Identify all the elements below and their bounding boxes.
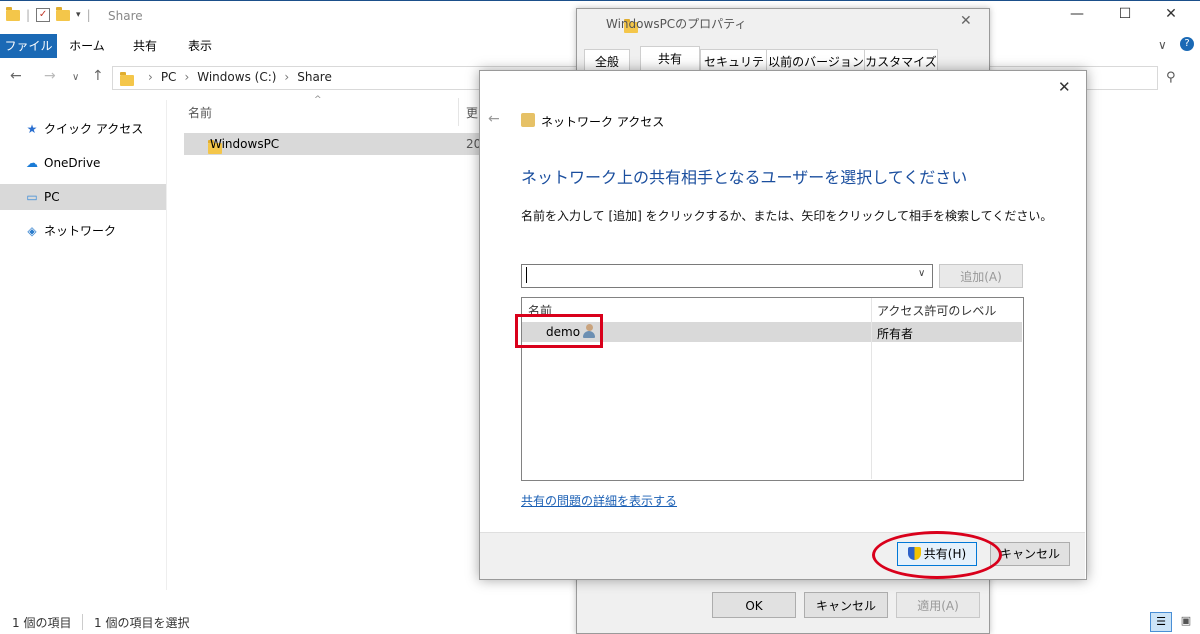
properties-close-icon[interactable]: ✕ (960, 13, 972, 29)
tab-security[interactable]: セキュリティ (700, 49, 768, 93)
cloud-icon: ☁ (26, 156, 38, 170)
breadcrumb: › PC › Windows (C:) › Share (148, 70, 332, 84)
address-folder-icon (120, 72, 134, 86)
details-view-icon[interactable]: ☰ (1150, 612, 1172, 632)
highlight-box (515, 314, 603, 348)
nav-item-pc[interactable]: ▭ PC (0, 184, 166, 210)
folder-icon (6, 6, 20, 21)
breadcrumb-share[interactable]: Share (297, 70, 332, 84)
user-permission-level: 所有者 (877, 327, 914, 341)
minimize-button[interactable]: — (1062, 6, 1092, 22)
dialog-cancel-button[interactable]: キャンセル (990, 542, 1070, 566)
recent-locations-icon[interactable]: ∨ (72, 72, 79, 83)
nav-item-quick-access[interactable]: ★ クイック アクセス (0, 116, 166, 142)
tab-general[interactable]: 全般 (584, 49, 630, 72)
dialog-heading: ネットワーク上の共有相手となるユーザーを選択してください (521, 168, 968, 187)
up-arrow-icon[interactable]: ↑ (92, 68, 104, 84)
dialog-title: ネットワーク アクセス (541, 115, 665, 129)
sort-ascending-icon: ^ (314, 95, 322, 105)
customize-toolbar-icon[interactable]: ▾ (76, 10, 81, 20)
tab-file[interactable]: ファイル (0, 34, 57, 58)
text-cursor (526, 267, 527, 283)
large-icons-view-icon[interactable]: ▣ (1176, 612, 1196, 630)
ok-button[interactable]: OK (712, 592, 796, 618)
toolbar-separator: | (86, 8, 91, 22)
search-icon[interactable]: ⚲ (1166, 70, 1176, 85)
status-selected-count: 1 個の項目を選択 (94, 616, 190, 630)
help-icon[interactable]: ? (1180, 37, 1194, 51)
network-icon: ◈ (27, 224, 37, 238)
tab-customize[interactable]: カスタマイズ (864, 49, 938, 72)
status-item-count: 1 個の項目 (12, 616, 72, 630)
computer-icon: ▭ (26, 190, 38, 204)
new-folder-icon[interactable] (56, 6, 71, 21)
back-arrow-icon[interactable]: ← (10, 68, 22, 84)
toolbar-separator: | (26, 8, 31, 22)
quick-access-toolbar: | ✓ ▾ | (6, 6, 91, 22)
tab-sharing[interactable]: 共有 (640, 46, 700, 72)
tab-previous-versions[interactable]: 以前のバージョン (766, 49, 866, 72)
column-divider (458, 98, 459, 126)
network-share-icon (521, 113, 535, 127)
breadcrumb-pc[interactable]: PC (161, 70, 177, 84)
window-title: Share (108, 9, 143, 23)
dialog-instruction: 名前を入力して [追加] をクリックするか、または、矢印をクリックして相手を検索… (521, 209, 1053, 223)
add-button[interactable]: 追加(A) (939, 264, 1023, 288)
column-header-name[interactable]: 名前 (188, 104, 212, 121)
nav-item-onedrive[interactable]: ☁ OneDrive (0, 150, 166, 176)
column-divider (871, 298, 872, 479)
properties-check-icon[interactable]: ✓ (36, 8, 51, 22)
apply-button[interactable]: 適用(A) (896, 592, 980, 618)
tab-home[interactable]: ホーム (60, 34, 114, 58)
forward-arrow-icon[interactable]: → (44, 68, 56, 84)
column-header-date[interactable]: 更 (466, 104, 478, 121)
star-icon: ★ (26, 122, 38, 136)
tab-share[interactable]: 共有 (118, 34, 172, 58)
status-divider (82, 614, 83, 630)
sharing-help-link[interactable]: 共有の問題の詳細を表示する (521, 492, 677, 509)
user-name-combobox[interactable] (521, 264, 933, 288)
properties-cancel-button[interactable]: キャンセル (804, 592, 888, 618)
maximize-button[interactable]: ☐ (1110, 6, 1140, 22)
breadcrumb-drive[interactable]: Windows (C:) (197, 70, 276, 84)
nav-item-network[interactable]: ◈ ネットワーク (0, 218, 166, 244)
ribbon-expand-icon[interactable]: ∨ (1158, 38, 1167, 52)
dialog-back-arrow-icon[interactable]: ← (488, 111, 500, 127)
properties-title: WindowsPCのプロパティ (606, 17, 747, 31)
chevron-down-icon[interactable]: ∨ (918, 268, 925, 279)
close-window-button[interactable]: ✕ (1156, 6, 1186, 22)
highlight-ellipse (872, 531, 1002, 579)
column-header-permission[interactable]: アクセス許可のレベル (877, 302, 996, 319)
file-name: WindowsPC (210, 137, 280, 151)
tab-view[interactable]: 表示 (172, 34, 228, 58)
dialog-close-icon[interactable]: ✕ (1058, 78, 1071, 96)
